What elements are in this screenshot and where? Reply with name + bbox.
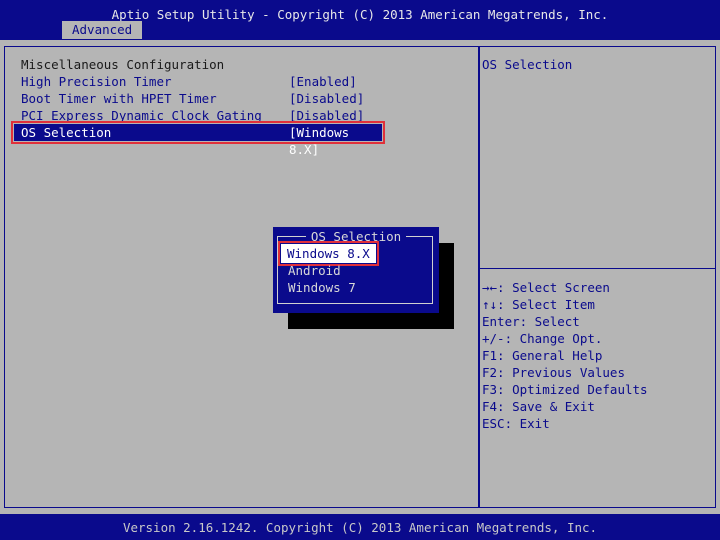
- tab-advanced[interactable]: Advanced: [62, 21, 143, 39]
- header-bar: Aptio Setup Utility - Copyright (C) 2013…: [0, 0, 720, 40]
- popup-title: OS Selection: [305, 229, 407, 244]
- popup-option-windows-7[interactable]: Windows 7: [288, 279, 356, 296]
- key-help-select-screen: →←: Select Screen: [482, 280, 610, 295]
- key-help-change-opt: +/-: Change Opt.: [482, 331, 603, 346]
- setting-value-boot-timer-hpet[interactable]: [Disabled]: [289, 90, 364, 107]
- setting-pcie-clock-gating[interactable]: PCI Express Dynamic Clock Gating: [21, 107, 262, 124]
- key-help-f4: F4: Save & Exit: [482, 399, 595, 414]
- setting-high-precision-timer[interactable]: High Precision Timer: [21, 73, 172, 90]
- setting-boot-timer-hpet[interactable]: Boot Timer with HPET Timer: [21, 90, 217, 107]
- key-help-f1: F1: General Help: [482, 348, 603, 363]
- key-help-f3: F3: Optimized Defaults: [482, 382, 648, 397]
- popup-title-row: OS Selection: [273, 228, 439, 245]
- popup-option-windows-8x[interactable]: Windows 8.X: [278, 241, 379, 266]
- help-title: OS Selection: [482, 57, 573, 72]
- setting-value-os-selection[interactable]: [Windows 8.X]: [289, 124, 382, 158]
- key-help-f2: F2: Previous Values: [482, 365, 625, 380]
- key-help-enter: Enter: Select: [482, 314, 580, 329]
- key-help-select-item: ↑↓: Select Item: [482, 297, 595, 312]
- section-title: Miscellaneous Configuration: [21, 57, 225, 72]
- panel-divider: [478, 46, 480, 508]
- setting-os-selection[interactable]: OS Selection: [21, 124, 111, 141]
- setting-value-pcie-clock-gating[interactable]: [Disabled]: [289, 107, 364, 124]
- key-help-esc: ESC: Exit: [482, 416, 550, 431]
- help-separator: [480, 268, 716, 269]
- popup-option-android[interactable]: Android: [288, 262, 341, 279]
- os-selection-popup: OS Selection Windows 8.X Android Windows…: [273, 227, 439, 313]
- footer-text: Version 2.16.1242. Copyright (C) 2013 Am…: [122, 520, 598, 535]
- footer-bar: Version 2.16.1242. Copyright (C) 2013 Am…: [0, 514, 720, 540]
- setting-value-high-precision-timer[interactable]: [Enabled]: [289, 73, 357, 90]
- setting-row-os-selection[interactable]: OS Selection [Windows 8.X]: [11, 121, 385, 157]
